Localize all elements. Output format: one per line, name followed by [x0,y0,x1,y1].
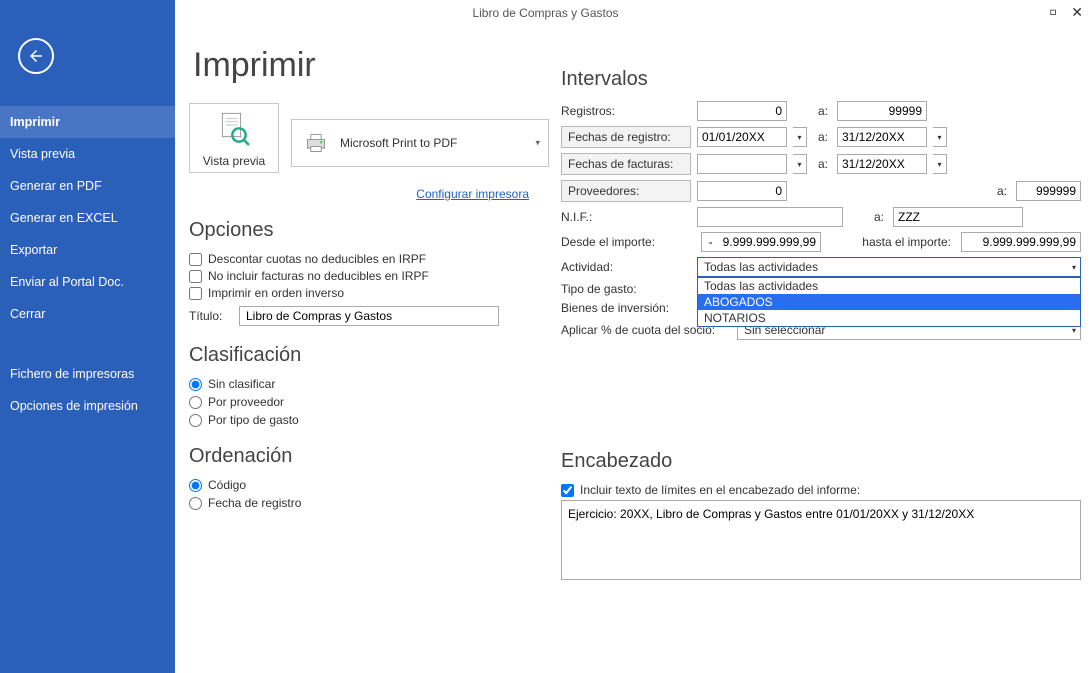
clasificacion-heading: Clasificación [189,344,549,367]
radio-sin-clasificar[interactable] [189,378,202,391]
intervalos-heading: Intervalos [561,68,1081,91]
fechas-registro-from-drop[interactable]: ▾ [793,127,807,147]
chk-no-incluir-facturas[interactable] [189,270,202,283]
radio-por-tipo-gasto-label: Por tipo de gasto [208,413,299,427]
radio-codigo[interactable] [189,479,202,492]
actividad-option[interactable]: Todas las actividades [698,278,1080,294]
printer-icon [302,131,330,155]
radio-sin-clasificar-label: Sin clasificar [208,377,275,391]
chk-descontar-cuotas[interactable] [189,253,202,266]
fechas-registro-to-drop[interactable]: ▾ [933,127,947,147]
hasta-importe-label: hasta el importe: [827,235,955,249]
proveedores-to-input[interactable] [1016,181,1081,201]
nif-from-input[interactable] [697,207,843,227]
desde-importe-label: Desde el importe: [561,235,681,249]
radio-por-proveedor-label: Por proveedor [208,395,284,409]
back-button[interactable] [18,38,54,74]
tipo-gasto-label: Tipo de gasto: [561,282,691,296]
ordenacion-heading: Ordenación [189,445,549,468]
nav-cerrar[interactable]: Cerrar [0,298,175,330]
nav-generar-excel[interactable]: Generar en EXCEL [0,202,175,234]
a-label: a: [815,130,831,144]
titulo-label: Título: [189,309,229,323]
registros-label: Registros: [561,104,691,118]
arrow-left-icon [27,47,45,65]
actividad-selected: Todas las actividades [704,260,818,274]
chk-orden-inverso[interactable] [189,287,202,300]
fechas-facturas-to-input[interactable] [837,154,927,174]
document-preview-icon [214,110,254,150]
registros-from-input[interactable] [697,101,787,121]
hasta-importe-input[interactable] [961,232,1081,252]
a-label: a: [815,104,831,118]
fechas-facturas-button[interactable]: Fechas de facturas: [561,153,691,175]
nav-generar-pdf[interactable]: Generar en PDF [0,170,175,202]
fechas-registro-from-input[interactable] [697,127,787,147]
fechas-facturas-from-drop[interactable]: ▾ [793,154,807,174]
bienes-inversion-label: Bienes de inversión: [561,301,691,315]
fechas-registro-button[interactable]: Fechas de registro: [561,126,691,148]
encabezado-textarea[interactable] [561,500,1081,580]
nav-opciones-impresion[interactable]: Opciones de impresión [0,390,175,422]
proveedores-from-input[interactable] [697,181,787,201]
fechas-facturas-from-input[interactable] [697,154,787,174]
nif-to-input[interactable] [893,207,1023,227]
radio-por-proveedor[interactable] [189,396,202,409]
fechas-facturas-to-drop[interactable]: ▾ [933,154,947,174]
nav-vista-previa[interactable]: Vista previa [0,138,175,170]
printer-selector[interactable]: Microsoft Print to PDF ▾ [291,119,549,167]
nav-enviar-portal[interactable]: Enviar al Portal Doc. [0,266,175,298]
vista-previa-tile[interactable]: Vista previa [189,103,279,173]
vista-previa-label: Vista previa [203,154,265,168]
actividad-dropdown-list: Todas las actividades ABOGADOS NOTARIOS [697,277,1081,327]
nif-label: N.I.F.: [561,210,691,224]
actividad-select[interactable]: Todas las actividades ▾ [697,257,1081,277]
a-label: a: [871,210,887,224]
printer-name: Microsoft Print to PDF [340,136,457,150]
chk-no-incluir-facturas-label: No incluir facturas no deducibles en IRP… [208,269,429,283]
nav-fichero-impresoras[interactable]: Fichero de impresoras [0,358,175,390]
proveedores-button[interactable]: Proveedores: [561,180,691,202]
titulo-input[interactable] [239,306,499,326]
chevron-down-icon: ▾ [535,138,540,149]
fechas-registro-to-input[interactable] [837,127,927,147]
actividad-label: Actividad: [561,260,691,274]
chk-descontar-cuotas-label: Descontar cuotas no deducibles en IRPF [208,252,426,266]
actividad-option[interactable]: ABOGADOS [698,294,1080,310]
a-label: a: [994,184,1010,198]
chk-incluir-limites[interactable] [561,484,574,497]
radio-fecha-registro-label: Fecha de registro [208,496,301,510]
sidebar: Imprimir Vista previa Generar en PDF Gen… [0,0,175,673]
registros-to-input[interactable] [837,101,927,121]
desde-importe-input[interactable] [701,232,821,252]
radio-por-tipo-gasto[interactable] [189,414,202,427]
opciones-heading: Opciones [189,219,549,242]
chk-orden-inverso-label: Imprimir en orden inverso [208,286,344,300]
chk-incluir-limites-label: Incluir texto de límites en el encabezad… [580,483,860,497]
nav-exportar[interactable]: Exportar [0,234,175,266]
chevron-down-icon: ▾ [1072,263,1076,272]
radio-codigo-label: Código [208,478,246,492]
nav-imprimir[interactable]: Imprimir [0,106,175,138]
configurar-impresora-link[interactable]: Configurar impresora [189,187,529,201]
encabezado-heading: Encabezado [561,450,1081,473]
radio-fecha-registro[interactable] [189,497,202,510]
a-label: a: [815,157,831,171]
page-title: Imprimir [193,46,549,85]
actividad-option[interactable]: NOTARIOS [698,310,1080,326]
